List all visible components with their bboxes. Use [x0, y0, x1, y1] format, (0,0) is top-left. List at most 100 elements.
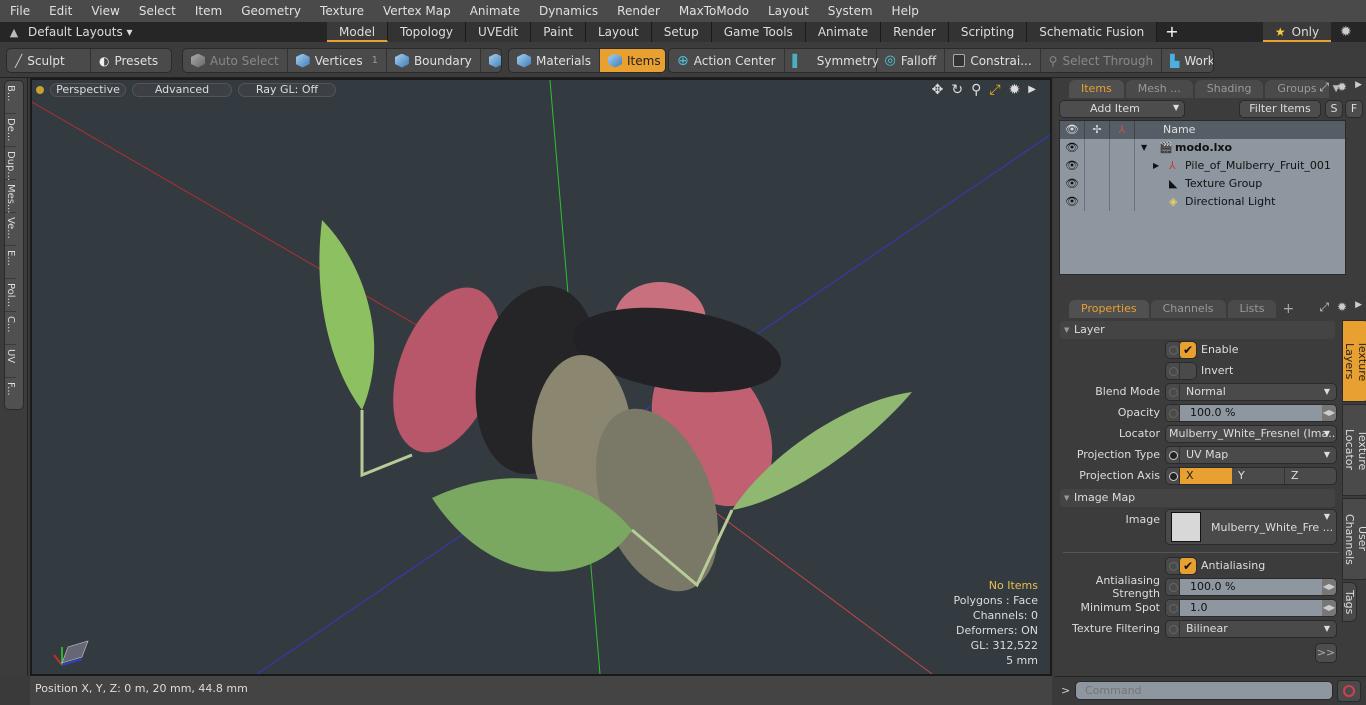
expand-icon[interactable]: ⤢: [1319, 80, 1329, 95]
left-tab-edge[interactable]: E...: [5, 246, 16, 279]
add-item-dropdown-icon[interactable]: ▼: [1173, 103, 1179, 112]
panel-arrow-icon[interactable]: ▶: [1355, 80, 1362, 95]
tree-row[interactable]: 👁 ◣ Texture Group: [1060, 175, 1345, 193]
tab-game-tools[interactable]: Game Tools: [711, 22, 806, 42]
boundary-button[interactable]: Boundary: [387, 49, 481, 72]
action-center-button[interactable]: ⊕ Action Center: [669, 49, 785, 72]
constraints-button[interactable]: Constrai...: [945, 49, 1041, 72]
workplane-button[interactable]: ▙WorkPlane: [1162, 49, 1213, 72]
falloff-button[interactable]: ◎ Falloff: [877, 49, 946, 72]
left-tab-duplicate[interactable]: Dup...: [5, 147, 16, 181]
blend-mode-dropdown[interactable]: Normal ▼: [1165, 382, 1337, 401]
filter-items-input[interactable]: Filter Items: [1239, 100, 1321, 118]
tab-animate[interactable]: Animate: [805, 22, 882, 42]
shading-dropdown[interactable]: Advanced: [132, 83, 232, 97]
menu-layout[interactable]: Layout: [758, 0, 818, 22]
left-tab-vertex[interactable]: Ve...: [5, 213, 16, 246]
axis-z-button[interactable]: Z: [1285, 468, 1336, 484]
vertices-button[interactable]: Vertices 1: [288, 49, 387, 72]
add-tab-icon[interactable]: +: [1282, 301, 1294, 317]
slider-handle-icon[interactable]: ◀▶: [1322, 578, 1336, 595]
view-type-dropdown[interactable]: Perspective: [50, 83, 126, 97]
presets-button[interactable]: ◐ Presets: [91, 49, 166, 72]
layouts-dropdown[interactable]: Default Layouts ▾: [28, 25, 328, 39]
menu-view[interactable]: View: [81, 0, 128, 22]
tab-scripting[interactable]: Scripting: [948, 22, 1028, 42]
left-tab-curve[interactable]: C...: [5, 312, 16, 345]
viewport-gear-icon[interactable]: ✹: [1009, 82, 1021, 98]
tab-layout[interactable]: Layout: [585, 22, 652, 42]
menu-file[interactable]: File: [0, 0, 39, 22]
visibility-header-icon[interactable]: 👁: [1060, 121, 1085, 139]
record-button[interactable]: [1337, 680, 1361, 702]
antialiasing-checkbox[interactable]: ✔: [1165, 556, 1197, 575]
opacity-field[interactable]: 100.0 % ◀▶: [1165, 403, 1337, 422]
menu-render[interactable]: Render: [607, 0, 669, 22]
materials-button[interactable]: Materials: [509, 49, 601, 72]
left-tab-uv[interactable]: UV: [5, 345, 16, 378]
f-button[interactable]: F: [1345, 100, 1363, 118]
maximize-icon[interactable]: ⤢: [989, 82, 1000, 98]
tab-topology[interactable]: Topology: [388, 22, 467, 42]
slider-handle-icon[interactable]: ◀▶: [1322, 404, 1336, 421]
locator-dropdown[interactable]: Mulberry_White_Fresnel (Ima... ▼: [1165, 424, 1337, 443]
tab-setup[interactable]: Setup: [651, 22, 712, 42]
projection-type-dropdown[interactable]: UV Map ▼: [1165, 445, 1337, 464]
side-tab-tags[interactable]: Tags: [1342, 582, 1357, 622]
collapse-arrow-icon[interactable]: ▲: [0, 26, 28, 39]
menu-vertex-map[interactable]: Vertex Map: [373, 0, 460, 22]
expand-icon[interactable]: ⤢: [1319, 300, 1329, 315]
sculpt-button[interactable]: ╱ Sculpt: [7, 49, 91, 72]
layer-section-header[interactable]: Layer: [1060, 321, 1335, 339]
viewport-menu-dot[interactable]: [36, 86, 44, 94]
left-tab-mesh[interactable]: Mes...: [5, 180, 16, 214]
add-tab-button[interactable]: +: [1157, 22, 1186, 42]
invert-checkbox[interactable]: [1165, 361, 1197, 380]
tab-model[interactable]: Model: [327, 22, 389, 42]
axis-x-button[interactable]: X: [1180, 467, 1232, 484]
visibility-eye-icon[interactable]: 👁: [1060, 193, 1085, 211]
pan-icon[interactable]: ✥: [932, 82, 944, 98]
command-input[interactable]: [1075, 681, 1333, 700]
menu-animate[interactable]: Animate: [460, 0, 529, 22]
tab-items[interactable]: Items: [1069, 80, 1124, 98]
tab-shading[interactable]: Shading: [1194, 80, 1264, 98]
image-map-section-header[interactable]: Image Map: [1060, 489, 1335, 507]
menu-system[interactable]: System: [818, 0, 882, 22]
texture-filtering-dropdown[interactable]: Bilinear ▼: [1165, 619, 1337, 638]
gear-icon[interactable]: ✹: [1340, 22, 1352, 42]
panel-gear-icon[interactable]: ✹: [1337, 300, 1347, 315]
visibility-eye-icon[interactable]: 👁: [1060, 157, 1085, 175]
image-dropdown[interactable]: Mulberry_White_Fre ... ▼: [1165, 509, 1337, 545]
menu-texture[interactable]: Texture: [310, 0, 373, 22]
add-item-button[interactable]: Add Item: [1059, 100, 1185, 118]
visibility-eye-icon[interactable]: 👁: [1060, 139, 1085, 157]
tab-uvedit[interactable]: UVEdit: [466, 22, 532, 42]
menu-help[interactable]: Help: [882, 0, 928, 22]
tab-lists[interactable]: Lists: [1227, 300, 1277, 318]
tab-mesh[interactable]: Mesh ...: [1125, 80, 1193, 98]
min-spot-field[interactable]: 1.0 ◀▶: [1165, 598, 1337, 617]
menu-edit[interactable]: Edit: [39, 0, 81, 22]
slider-handle-icon[interactable]: ◀▶: [1322, 599, 1336, 616]
locator-header-icon[interactable]: ⅄: [1110, 121, 1135, 139]
aa-strength-field[interactable]: 100.0 % ◀▶: [1165, 577, 1337, 596]
tree-row[interactable]: 👁 ▶ ⅄ Pile_of_Mulberry_Fruit_001: [1060, 157, 1345, 175]
name-column-header[interactable]: Name: [1135, 121, 1345, 139]
expand-arrow-icon[interactable]: ▶: [1153, 157, 1159, 175]
side-tab-texture-layers[interactable]: Texture Layers: [1342, 320, 1366, 402]
left-tab-fusion[interactable]: F...: [5, 378, 16, 411]
items-button[interactable]: Items5: [600, 49, 665, 72]
side-tab-texture-locator[interactable]: Texture Locator: [1342, 404, 1366, 496]
menu-item[interactable]: Item: [185, 0, 231, 22]
enable-checkbox[interactable]: ✔: [1165, 340, 1197, 359]
lock-header-icon[interactable]: ✢: [1085, 121, 1110, 139]
expand-arrow-icon[interactable]: ▼: [1141, 139, 1147, 157]
select-through-button[interactable]: ⚲ Select Through: [1041, 49, 1163, 72]
polygons-button[interactable]: Polygons: [481, 49, 501, 72]
menu-dynamics[interactable]: Dynamics: [529, 0, 607, 22]
only-toggle[interactable]: ★ Only: [1263, 22, 1331, 42]
zoom-icon[interactable]: ⚲: [971, 82, 981, 98]
left-tab-polygon[interactable]: Pol...: [5, 279, 16, 312]
menu-select[interactable]: Select: [129, 0, 185, 22]
